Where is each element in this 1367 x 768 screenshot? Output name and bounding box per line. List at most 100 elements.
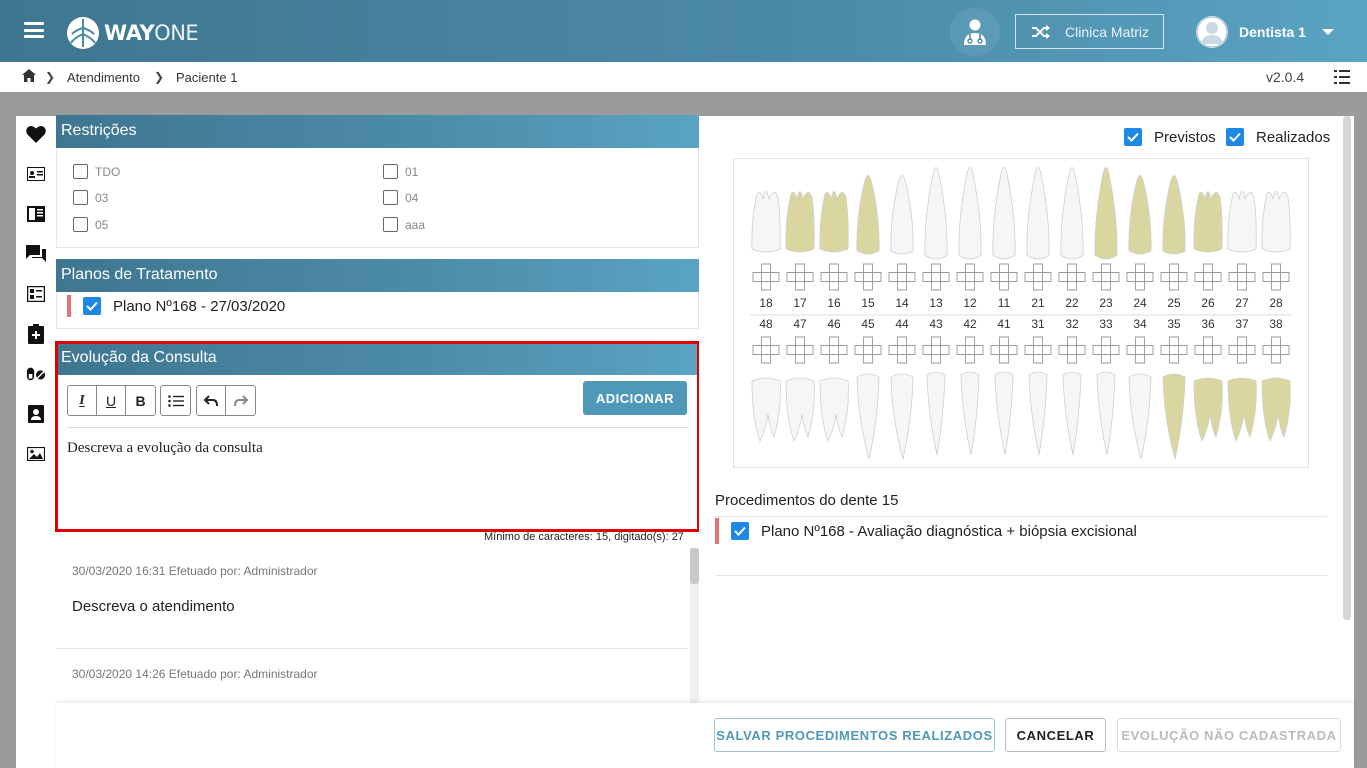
- tooth-upper-13[interactable]: [924, 167, 948, 260]
- tooth-lower-32[interactable]: [1062, 371, 1082, 456]
- tooth-lower-31[interactable]: [1028, 371, 1048, 456]
- clipboard-medical-icon[interactable]: [26, 324, 46, 344]
- tooth-lower-35[interactable]: [1162, 373, 1186, 460]
- checkbox-checked-icon[interactable]: [731, 522, 749, 540]
- tooth-lower-34[interactable]: [1128, 373, 1152, 460]
- tooth-surface-map[interactable]: [752, 336, 780, 364]
- chevron-down-icon[interactable]: [1321, 29, 1334, 35]
- heart-icon[interactable]: [26, 124, 46, 144]
- restriction-checkbox[interactable]: 03: [73, 190, 108, 205]
- tooth-surface-map[interactable]: [752, 263, 780, 291]
- tooth-surface-map[interactable]: [922, 336, 950, 364]
- tooth-upper-28[interactable]: [1261, 191, 1291, 253]
- tooth-surface-map[interactable]: [1058, 263, 1086, 291]
- tooth-surface-map[interactable]: [1126, 263, 1154, 291]
- tooth-upper-18[interactable]: [751, 191, 781, 253]
- tooth-upper-21[interactable]: [1026, 167, 1050, 260]
- redo-button[interactable]: [226, 386, 255, 415]
- tooth-surface-map[interactable]: [1058, 336, 1086, 364]
- checkbox-checked-icon[interactable]: [1226, 128, 1244, 146]
- tooth-upper-24[interactable]: [1128, 175, 1152, 255]
- chat-icon[interactable]: [26, 244, 46, 264]
- tooth-surface-map[interactable]: [1092, 336, 1120, 364]
- plan-item[interactable]: Plano Nº168 - 27/03/2020: [67, 295, 285, 317]
- bullet-list-button[interactable]: [161, 386, 190, 415]
- tooth-lower-45[interactable]: [856, 373, 880, 460]
- tooth-surface-map[interactable]: [820, 336, 848, 364]
- tooth-upper-27[interactable]: [1227, 191, 1257, 253]
- breadcrumb-paciente[interactable]: Paciente 1: [176, 70, 237, 85]
- restriction-checkbox[interactable]: 05: [73, 217, 108, 232]
- tooth-surface-map[interactable]: [956, 263, 984, 291]
- tooth-lower-36[interactable]: [1193, 377, 1223, 443]
- undo-button[interactable]: [197, 386, 226, 415]
- checkbox-checked-icon[interactable]: [1124, 128, 1142, 146]
- restriction-checkbox[interactable]: 04: [383, 190, 418, 205]
- tooth-upper-23[interactable]: [1094, 167, 1118, 260]
- tooth-surface-map[interactable]: [990, 336, 1018, 364]
- tooth-surface-map[interactable]: [854, 263, 882, 291]
- image-icon[interactable]: [26, 444, 46, 464]
- tooth-upper-22[interactable]: [1060, 167, 1084, 260]
- doctor-button[interactable]: [950, 8, 1000, 56]
- restriction-checkbox[interactable]: aaa: [383, 217, 425, 232]
- tooth-surface-map[interactable]: [786, 263, 814, 291]
- tooth-surface-map[interactable]: [888, 263, 916, 291]
- checkbox-checked-icon[interactable]: [83, 297, 101, 315]
- restriction-checkbox[interactable]: TDO: [73, 164, 120, 179]
- tooth-upper-14[interactable]: [890, 175, 914, 255]
- tooth-surface-map[interactable]: [956, 336, 984, 364]
- tooth-surface-map[interactable]: [1024, 263, 1052, 291]
- tooth-surface-map[interactable]: [1092, 263, 1120, 291]
- underline-button[interactable]: U: [97, 386, 126, 415]
- tooth-lower-41[interactable]: [994, 371, 1014, 456]
- history-scrollbar-thumb[interactable]: [690, 548, 699, 584]
- tooth-surface-map[interactable]: [1194, 336, 1222, 364]
- tooth-surface-map[interactable]: [922, 263, 950, 291]
- app-logo[interactable]: WAYONE: [66, 16, 199, 50]
- tooth-surface-map[interactable]: [1126, 336, 1154, 364]
- right-scrollbar[interactable]: [1343, 116, 1351, 620]
- tooth-upper-17[interactable]: [785, 191, 815, 253]
- tooth-lower-48[interactable]: [751, 377, 781, 443]
- tooth-surface-map[interactable]: [820, 263, 848, 291]
- breadcrumb-atendimento[interactable]: Atendimento: [67, 70, 140, 85]
- tooth-upper-26[interactable]: [1193, 191, 1223, 253]
- hamburger-menu-icon[interactable]: [24, 22, 44, 38]
- list-icon[interactable]: [1334, 70, 1350, 84]
- tooth-lower-42[interactable]: [960, 371, 980, 456]
- tooth-surface-map[interactable]: [1262, 336, 1290, 364]
- tooth-surface-map[interactable]: [888, 336, 916, 364]
- tooth-upper-12[interactable]: [958, 167, 982, 260]
- tooth-upper-16[interactable]: [819, 191, 849, 253]
- add-button[interactable]: ADICIONAR: [583, 381, 687, 415]
- restriction-checkbox[interactable]: 01: [383, 164, 418, 179]
- tooth-surface-map[interactable]: [990, 263, 1018, 291]
- cancel-button[interactable]: CANCELAR: [1005, 718, 1106, 752]
- id-card-icon[interactable]: [26, 164, 46, 184]
- tooth-surface-map[interactable]: [1228, 336, 1256, 364]
- clinic-switch-button[interactable]: Clinica Matriz: [1015, 14, 1164, 49]
- tooth-surface-map[interactable]: [1160, 336, 1188, 364]
- tooth-upper-11[interactable]: [992, 167, 1016, 260]
- realizados-toggle[interactable]: Realizados: [1226, 128, 1330, 146]
- tooth-lower-44[interactable]: [890, 373, 914, 460]
- save-procedures-button[interactable]: SALVAR PROCEDIMENTOS REALIZADOS: [714, 718, 995, 752]
- tooth-lower-43[interactable]: [926, 371, 946, 456]
- tooth-surface-map[interactable]: [1194, 263, 1222, 291]
- tooth-lower-37[interactable]: [1227, 377, 1257, 443]
- book-icon[interactable]: [26, 204, 46, 224]
- tooth-surface-map[interactable]: [854, 336, 882, 364]
- tooth-upper-25[interactable]: [1162, 175, 1186, 255]
- procedure-item[interactable]: Plano Nº168 - Avaliação diagnóstica + bi…: [715, 518, 1137, 544]
- tooth-surface-map[interactable]: [786, 336, 814, 364]
- tooth-lower-33[interactable]: [1096, 371, 1116, 456]
- italic-button[interactable]: I: [68, 386, 97, 415]
- checklist-icon[interactable]: [26, 284, 46, 304]
- tooth-surface-map[interactable]: [1228, 263, 1256, 291]
- tooth-surface-map[interactable]: [1160, 263, 1188, 291]
- evolution-text-editor[interactable]: Descreva a evolução da consulta: [67, 440, 263, 457]
- previstos-toggle[interactable]: Previstos: [1124, 128, 1216, 146]
- tooth-upper-15[interactable]: [856, 175, 880, 255]
- contact-book-icon[interactable]: [26, 404, 46, 424]
